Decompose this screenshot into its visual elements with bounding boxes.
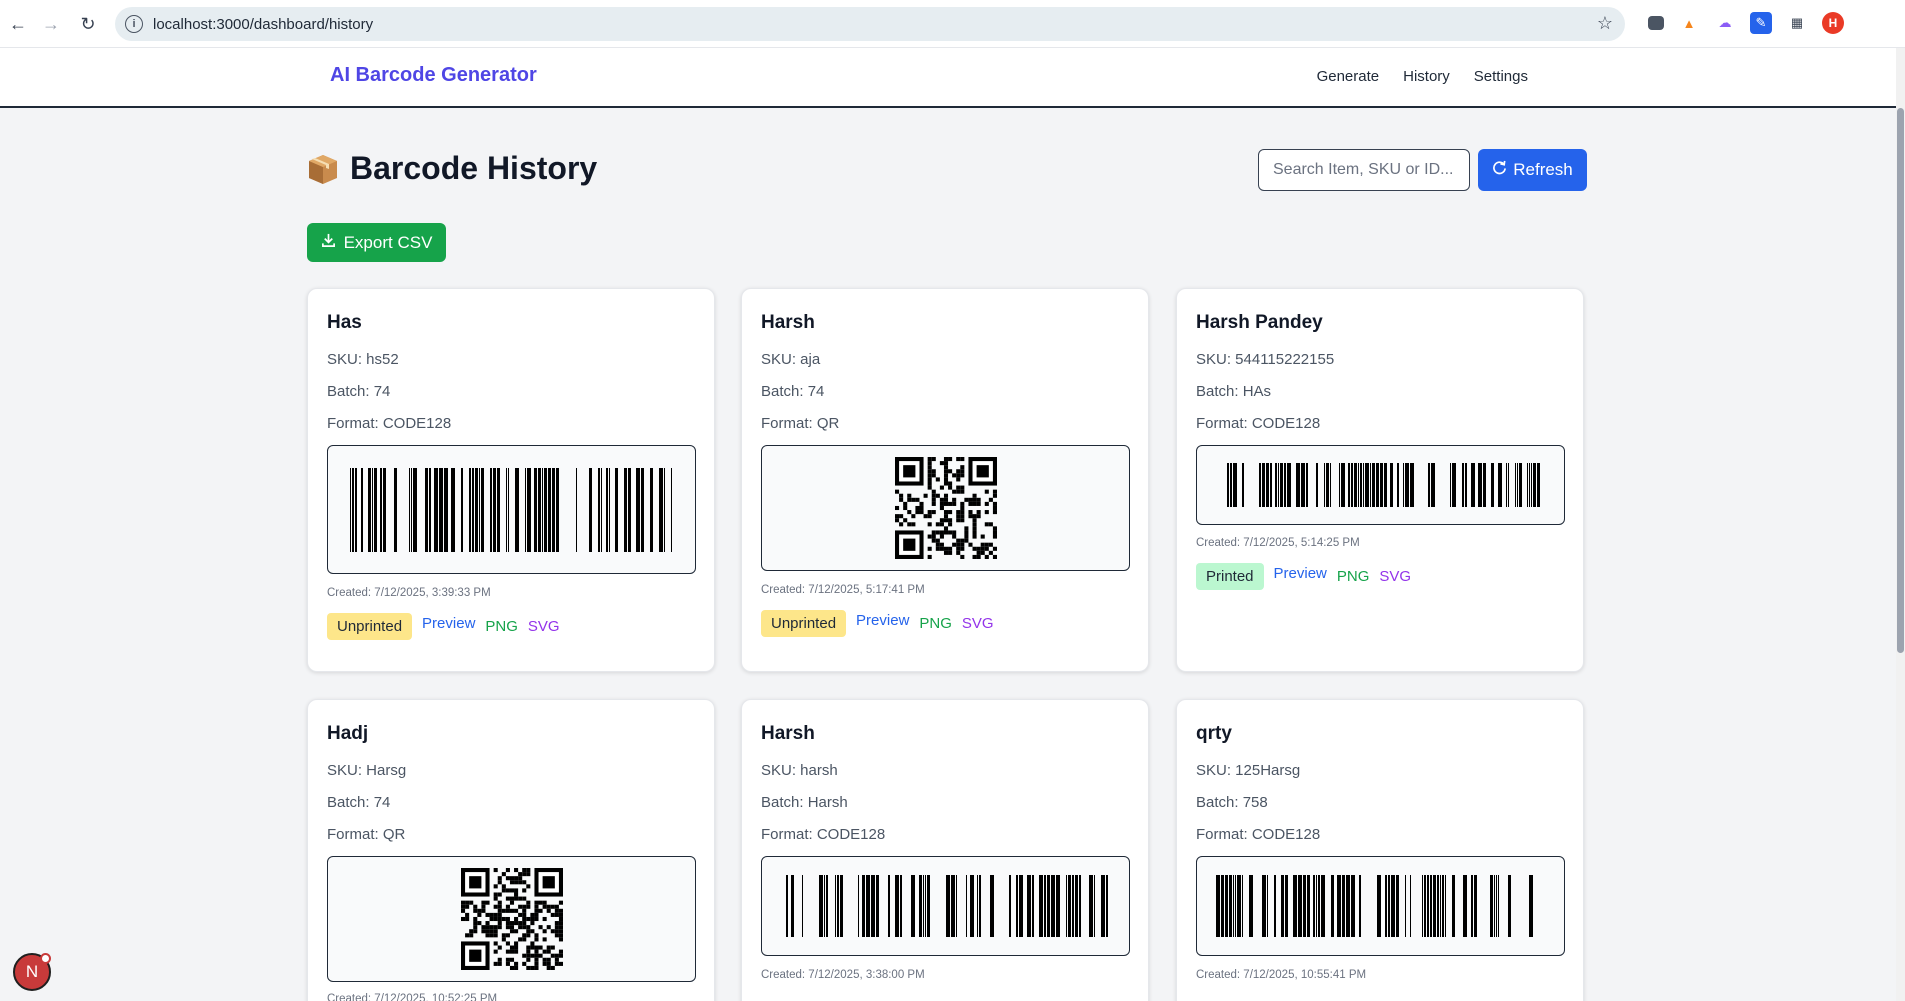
qr-code-image xyxy=(761,445,1130,571)
package-icon xyxy=(306,152,340,186)
barcode-card: qrty SKU: 125Harsg Batch: 758 Format: CO… xyxy=(1176,699,1584,1001)
card-created: Created: 7/12/2025, 3:39:33 PM xyxy=(327,587,491,599)
card-format: Format: CODE128 xyxy=(1196,826,1321,843)
card-batch: Batch: 74 xyxy=(761,383,825,400)
address-bar[interactable]: i localhost:3000/dashboard/history ☆ xyxy=(115,7,1625,41)
card-batch: Batch: HAs xyxy=(1196,383,1272,400)
download-icon xyxy=(321,233,336,253)
card-sku: SKU: harsh xyxy=(761,762,838,779)
url-text: localhost:3000/dashboard/history xyxy=(153,15,374,33)
card-sku: SKU: Harsg xyxy=(327,762,407,779)
browser-toolbar: ← → ↻ i localhost:3000/dashboard/history… xyxy=(0,0,1905,48)
card-format: Format: CODE128 xyxy=(327,415,452,432)
barcode-card: Hadj SKU: Harsg Batch: 74 Format: QR Cre… xyxy=(307,699,715,1001)
status-badge[interactable]: Unprinted xyxy=(761,610,847,637)
png-download-link[interactable]: PNG xyxy=(485,618,518,635)
barcode-image xyxy=(1196,445,1565,525)
preview-link[interactable]: Preview xyxy=(422,615,475,632)
page-title-text: Barcode History xyxy=(350,150,598,186)
refresh-icon xyxy=(1492,160,1507,180)
card-batch: Batch: 758 xyxy=(1196,794,1268,811)
svg-download-link[interactable]: SVG xyxy=(528,618,560,635)
card-actions: Printed Preview PNG SVG xyxy=(1196,563,1411,590)
card-created: Created: 7/12/2025, 10:52:25 PM xyxy=(327,993,498,1001)
forward-icon[interactable]: → xyxy=(33,6,69,42)
preview-link[interactable]: Preview xyxy=(1274,565,1327,582)
brand-logo[interactable]: AI Barcode Generator xyxy=(330,64,537,87)
barcode-card: Harsh SKU: aja Batch: 74 Format: QR Crea… xyxy=(741,288,1149,672)
png-download-link[interactable]: PNG xyxy=(1337,568,1370,585)
card-batch: Batch: Harsh xyxy=(761,794,848,811)
export-csv-button[interactable]: Export CSV xyxy=(307,223,446,262)
barcode-card: Harsh SKU: harsh Batch: Harsh Format: CO… xyxy=(741,699,1149,1001)
extension-metamask-icon[interactable]: ▲ xyxy=(1678,12,1700,34)
card-created: Created: 7/12/2025, 3:38:00 PM xyxy=(761,969,925,981)
card-sku: SKU: hs52 xyxy=(327,351,399,368)
card-batch: Batch: 74 xyxy=(327,383,391,400)
bookmark-star-icon[interactable]: ☆ xyxy=(1597,13,1613,34)
barcode-card: Has SKU: hs52 Batch: 74 Format: CODE128 … xyxy=(307,288,715,672)
card-created: Created: 7/12/2025, 5:14:25 PM xyxy=(1196,537,1360,549)
extensions-area: ▲ ☁ ✎ ▦ H xyxy=(1648,12,1844,34)
extension-cloud-icon[interactable]: ☁ xyxy=(1714,12,1736,34)
nav-generate[interactable]: Generate xyxy=(1317,68,1380,85)
card-sku: SKU: 544115222155 xyxy=(1196,351,1335,368)
card-format: Format: QR xyxy=(761,415,840,432)
barcode-card: Harsh Pandey SKU: 544115222155 Batch: HA… xyxy=(1176,288,1584,672)
barcode-image xyxy=(327,445,696,574)
card-created: Created: 7/12/2025, 10:55:41 PM xyxy=(1196,969,1367,981)
card-format: Format: CODE128 xyxy=(1196,415,1321,432)
barcode-image xyxy=(1196,856,1565,956)
card-item-name: Harsh Pandey xyxy=(1196,312,1323,333)
back-icon[interactable]: ← xyxy=(0,6,36,42)
svg-download-link[interactable]: SVG xyxy=(962,615,994,632)
preview-link[interactable]: Preview xyxy=(856,612,909,629)
refresh-label: Refresh xyxy=(1513,160,1573,179)
extension-chat-icon[interactable] xyxy=(1648,16,1664,30)
extensions-puzzle-icon[interactable]: ▦ xyxy=(1786,12,1808,34)
search-input[interactable] xyxy=(1258,149,1470,191)
qr-code-image xyxy=(327,856,696,982)
card-batch: Batch: 74 xyxy=(327,794,391,811)
export-csv-label: Export CSV xyxy=(343,232,433,252)
svg-download-link[interactable]: SVG xyxy=(1379,568,1411,585)
site-info-icon[interactable]: i xyxy=(125,15,143,33)
page-scrollbar[interactable] xyxy=(1896,48,1905,1001)
card-sku: SKU: 125Harsg xyxy=(1196,762,1301,779)
card-item-name: Harsh xyxy=(761,723,815,744)
top-nav: Generate History Settings xyxy=(1317,68,1528,85)
status-badge[interactable]: Unprinted xyxy=(327,613,413,640)
extension-edit-icon[interactable]: ✎ xyxy=(1750,12,1772,34)
refresh-button[interactable]: Refresh xyxy=(1478,149,1587,191)
status-badge[interactable]: Printed xyxy=(1196,563,1264,590)
card-item-name: Hadj xyxy=(327,723,369,744)
reload-icon[interactable]: ↻ xyxy=(70,6,106,42)
card-sku: SKU: aja xyxy=(761,351,821,368)
card-format: Format: CODE128 xyxy=(761,826,886,843)
page-title: Barcode History xyxy=(306,150,597,187)
card-format: Format: QR xyxy=(327,826,406,843)
app-header: AI Barcode Generator Generate History Se… xyxy=(0,48,1896,108)
card-item-name: qrty xyxy=(1196,723,1232,744)
card-item-name: Harsh xyxy=(761,312,815,333)
profile-avatar[interactable]: H xyxy=(1822,12,1844,34)
card-item-name: Has xyxy=(327,312,362,333)
card-actions: Unprinted Preview PNG SVG xyxy=(761,610,994,637)
png-download-link[interactable]: PNG xyxy=(919,615,952,632)
dev-tools-notification-dot xyxy=(40,953,51,964)
nav-settings[interactable]: Settings xyxy=(1474,68,1528,85)
scrollbar-thumb[interactable] xyxy=(1897,108,1904,653)
barcode-image xyxy=(761,856,1130,956)
card-created: Created: 7/12/2025, 5:17:41 PM xyxy=(761,584,925,596)
card-actions: Unprinted Preview PNG SVG xyxy=(327,613,560,640)
nav-history[interactable]: History xyxy=(1403,68,1450,85)
